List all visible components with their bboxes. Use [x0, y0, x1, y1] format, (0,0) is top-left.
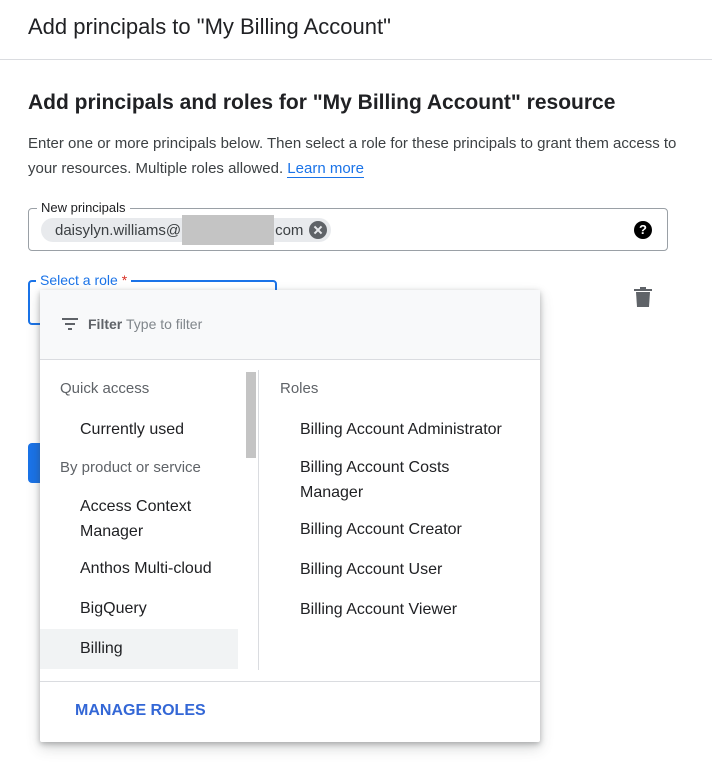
filter-bar: Filter [40, 290, 540, 360]
select-role-label: Select a role * [36, 272, 132, 288]
category-item-anthos-multi-cloud[interactable]: Anthos Multi-cloud [80, 556, 212, 581]
category-item-access-context-manager[interactable]: Access Context Manager [80, 494, 240, 544]
category-item-billing[interactable]: Billing [80, 636, 123, 661]
column-divider [258, 370, 259, 670]
redacted-block [182, 215, 275, 245]
role-item-billing-account-user[interactable]: Billing Account User [300, 557, 525, 582]
role-item-billing-account-viewer[interactable]: Billing Account Viewer [300, 597, 525, 622]
new-principals-field[interactable]: New principals daisylyn.williams@ com ? [28, 200, 668, 251]
select-role-label-text: Select a role [40, 272, 118, 288]
principal-chip[interactable]: daisylyn.williams@ com [41, 215, 332, 245]
section-title: Add principals and roles for "My Billing… [28, 91, 616, 114]
category-item-currently-used[interactable]: Currently used [80, 417, 184, 442]
by-product-header: By product or service [60, 459, 201, 476]
dropdown-footer-divider [40, 681, 540, 682]
role-item-billing-account-costs-manager[interactable]: Billing Account Costs Manager [300, 455, 490, 505]
category-list: Quick access Currently used By product o… [40, 360, 260, 670]
category-scrollbar-thumb[interactable] [246, 372, 256, 458]
roles-list: Roles Billing Account Administrator Bill… [260, 360, 540, 670]
filter-input[interactable] [126, 312, 426, 336]
learn-more-link[interactable]: Learn more [287, 160, 365, 178]
billing-row-highlight [40, 629, 238, 669]
page-title: Add principals to "My Billing Account" [28, 14, 391, 39]
chip-remove-icon[interactable] [309, 221, 328, 239]
quick-access-header: Quick access [60, 380, 150, 397]
category-item-bigquery[interactable]: BigQuery [80, 596, 147, 621]
trash-icon[interactable] [634, 287, 652, 307]
chip-email-prefix: daisylyn.williams@ [55, 221, 182, 239]
required-mark: * [121, 272, 128, 288]
roles-header: Roles [280, 380, 319, 397]
role-item-billing-account-administrator[interactable]: Billing Account Administrator [300, 417, 525, 442]
filter-icon [62, 318, 78, 330]
section-description: Enter one or more principals below. Then… [28, 131, 678, 181]
new-principals-label: New principals [37, 200, 130, 216]
add-principals-page: Add principals to "My Billing Account" A… [0, 0, 712, 782]
page-header: Add principals to "My Billing Account" [0, 0, 712, 60]
filter-label: Filter [88, 316, 123, 332]
principal-chip-text: daisylyn.williams@ com [55, 215, 303, 245]
chip-email-suffix: com [275, 221, 304, 239]
manage-roles-button[interactable]: MANAGE ROLES [75, 702, 206, 720]
role-dropdown: Filter Quick access Currently used By pr… [40, 290, 540, 742]
help-icon[interactable]: ? [634, 221, 652, 239]
role-item-billing-account-creator[interactable]: Billing Account Creator [300, 517, 525, 542]
